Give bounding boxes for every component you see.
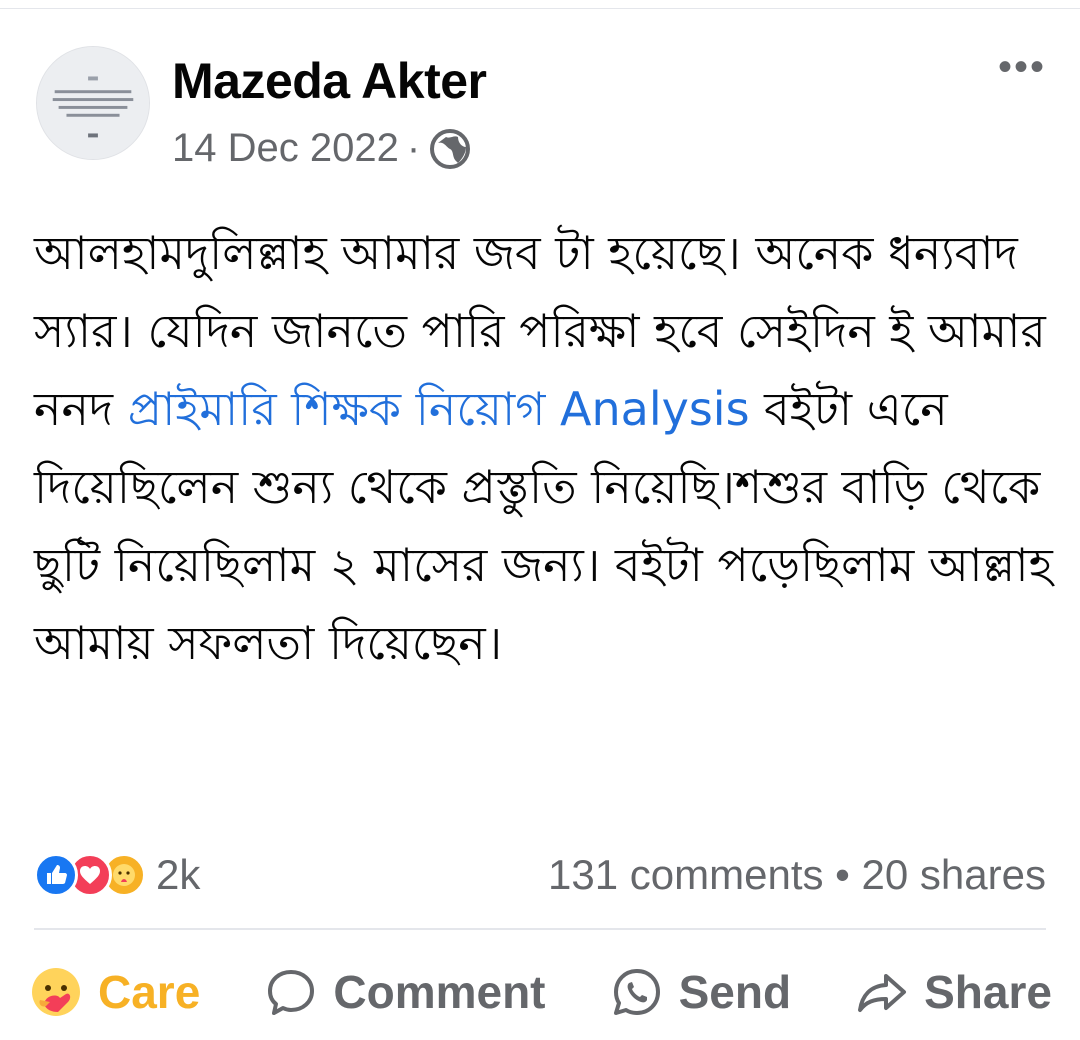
author-name[interactable]: Mazeda Akter: [172, 52, 487, 110]
globe-icon[interactable]: [428, 127, 472, 171]
post-text: আলহামদুলিল্লাহ আমার জব টা হয়েছে। অনেক ধ…: [34, 214, 1054, 682]
post-link[interactable]: প্রাইমারি শিক্ষক নিয়োগ Analysis: [128, 382, 750, 436]
top-divider: [0, 8, 1080, 9]
care-label: Care: [98, 966, 201, 1018]
reactions-summary[interactable]: 2k: [34, 851, 200, 899]
more-options-icon[interactable]: •••: [998, 47, 1046, 87]
share-button[interactable]: Share: [854, 964, 1052, 1020]
like-icon: [34, 853, 78, 897]
avatar[interactable]: [36, 46, 150, 160]
comments-shares-count[interactable]: 131 comments • 20 shares: [548, 851, 1046, 899]
comment-button[interactable]: Comment: [263, 964, 546, 1020]
comment-label: Comment: [333, 966, 546, 1018]
facebook-post: Mazeda Akter 14 Dec 2022 · ••• আলহামদুলি…: [0, 0, 1080, 1040]
send-label: Send: [678, 966, 792, 1018]
action-bar: Care Comment Send Share: [28, 956, 1052, 1028]
avatar-image: [37, 47, 149, 159]
post-date[interactable]: 14 Dec 2022: [172, 126, 399, 171]
share-label: Share: [924, 966, 1052, 1018]
stats-divider: [34, 928, 1046, 930]
reaction-count: 2k: [156, 851, 201, 898]
care-button[interactable]: Care: [28, 964, 200, 1020]
send-button[interactable]: Send: [609, 964, 791, 1020]
whatsapp-icon: [613, 969, 660, 1015]
post-meta: 14 Dec 2022 ·: [172, 126, 472, 171]
comment-icon: [268, 970, 315, 1015]
post-stats: 2k 131 comments • 20 shares: [34, 846, 1046, 904]
share-arrow-icon: [858, 974, 907, 1012]
care-emoji-icon: [32, 968, 80, 1016]
meta-separator: ·: [406, 126, 421, 170]
